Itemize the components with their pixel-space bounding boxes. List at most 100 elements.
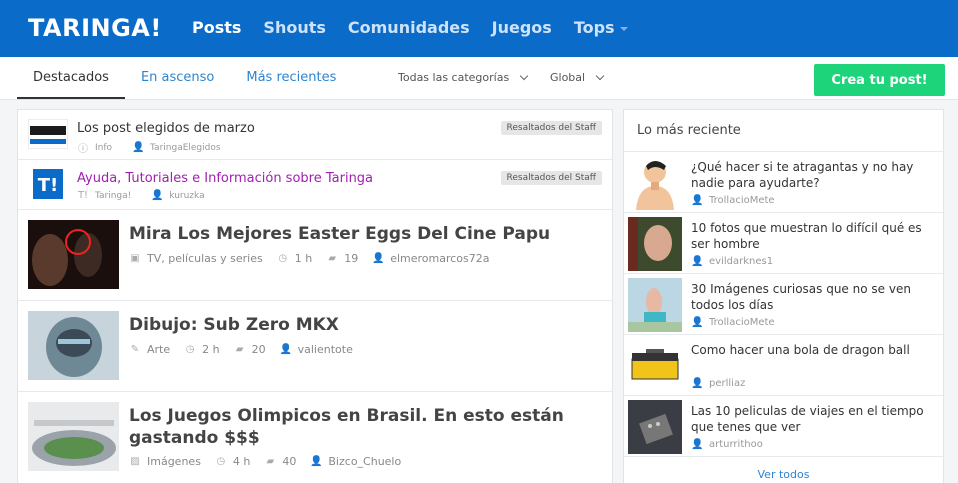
recent-thumbnail[interactable] <box>628 339 682 393</box>
recent-meta[interactable]: 👤 evildarknes1 <box>691 256 773 267</box>
user-icon: 👤 <box>691 256 704 267</box>
nav-tops-label: Tops <box>573 18 615 37</box>
post-item[interactable]: Mira Los Mejores Easter Eggs Del Cine Pa… <box>18 210 612 301</box>
recent-item[interactable]: Como hacer una bola de dragon ball 👤 perl… <box>624 335 943 396</box>
taringa-icon: T! <box>77 190 89 201</box>
clock-icon: ◷ <box>278 253 288 264</box>
user-label: valientote <box>297 343 353 356</box>
nav-juegos[interactable]: Juegos <box>492 18 552 37</box>
chevron-down-icon <box>595 71 605 81</box>
meta-time: ◷ 1 h <box>277 252 312 265</box>
recent-title[interactable]: Las 10 peliculas de viajes en el tiempo … <box>691 403 936 435</box>
pencil-icon: ✎ <box>130 344 140 355</box>
post-title[interactable]: Los Juegos Olimpicos en Brasil. En esto … <box>129 405 599 449</box>
user-label: evildarknes1 <box>709 256 774 267</box>
meta-user[interactable]: 👤 kuruzka <box>151 190 204 201</box>
post-title[interactable]: Dibujo: Sub Zero MKX <box>129 314 599 336</box>
meta-category[interactable]: ▣ TV, películas y series <box>129 252 262 265</box>
region-filter[interactable]: Global <box>550 71 605 84</box>
recent-meta[interactable]: 👤 perlliaz <box>691 378 745 389</box>
category-filter-label: Todas las categorías <box>398 71 510 84</box>
info-icon: ⓘ <box>78 144 88 155</box>
taringa-logo-thumb-icon: T! <box>33 169 63 199</box>
tab-destacados[interactable]: Destacados <box>17 57 125 99</box>
pinned-meta: ⓘ Info 👤 TaringaElegidos <box>77 140 241 155</box>
pinned-post[interactable]: T! Ayuda, Tutoriales e Información sobre… <box>18 160 612 210</box>
category-label: Imágenes <box>147 455 201 468</box>
meta-user[interactable]: 👤 Bizco_Chuelo <box>310 455 401 468</box>
nav-shouts[interactable]: Shouts <box>263 18 325 37</box>
taringa-thumb-icon <box>28 119 68 149</box>
recent-item[interactable]: Las 10 peliculas de viajes en el tiempo … <box>624 396 943 457</box>
recent-thumbnail[interactable] <box>628 156 682 210</box>
user-icon: 👤 <box>151 190 164 201</box>
taringa-logo[interactable]: TARINGA! <box>28 14 162 42</box>
post-title[interactable]: Mira Los Mejores Easter Eggs Del Cine Pa… <box>129 223 599 245</box>
user-icon: 👤 <box>279 344 293 355</box>
sidebar-title: Lo más reciente <box>624 110 943 152</box>
recent-item[interactable]: 30 Imágenes curiosas que no se ven todos… <box>624 274 943 335</box>
user-label: TrollacioMete <box>709 195 775 206</box>
post-item[interactable]: Los Juegos Olimpicos en Brasil. En esto … <box>18 392 612 483</box>
recent-title[interactable]: 10 fotos que muestran lo difícil qué es … <box>691 220 936 252</box>
post-meta: ▨ Imágenes ◷ 4 h ▰ 40 👤 Bizco_Chuelo <box>129 455 415 468</box>
caret-down-icon <box>619 26 628 31</box>
meta-comments: ▰ 20 <box>234 343 266 356</box>
user-icon: 👤 <box>691 317 704 328</box>
recent-meta[interactable]: 👤 TrollacioMete <box>691 195 775 206</box>
user-label: Bizco_Chuelo <box>328 455 402 468</box>
meta-category[interactable]: ▨ Imágenes <box>129 455 201 468</box>
meta-user[interactable]: 👤 elmeromarcos72a <box>372 252 489 265</box>
time-label: 2 h <box>202 343 220 356</box>
recent-item[interactable]: 10 fotos que muestran lo difícil qué es … <box>624 213 943 274</box>
time-label: 1 h <box>294 252 313 265</box>
recent-meta[interactable]: 👤 TrollacioMete <box>691 317 775 328</box>
clock-icon: ◷ <box>185 344 195 355</box>
see-all-link[interactable]: Ver todos <box>624 468 943 481</box>
meta-category: T! Taringa! <box>77 190 131 201</box>
pinned-post[interactable]: Los post elegidos de marzo ⓘ Info 👤 Taring… <box>18 110 612 160</box>
recent-thumbnail[interactable] <box>628 400 682 454</box>
user-icon: 👤 <box>132 142 145 153</box>
nav-comunidades[interactable]: Comunidades <box>348 18 470 37</box>
feed-tabs: Destacados En ascenso Más recientes <box>17 57 352 99</box>
nav-posts[interactable]: Posts <box>192 18 241 37</box>
user-label: TaringaElegidos <box>150 142 221 153</box>
post-meta: ✎ Arte ◷ 2 h ▰ 20 👤 valientote <box>129 343 367 356</box>
pinned-title[interactable]: Ayuda, Tutoriales e Información sobre Ta… <box>77 171 373 186</box>
recent-item[interactable]: ¿Qué hacer si te atragantas y no hay nad… <box>624 152 943 213</box>
post-meta: ▣ TV, películas y series ◷ 1 h ▰ 19 👤 elmero… <box>129 252 504 265</box>
recent-meta[interactable]: 👤 arturrithoo <box>691 439 763 450</box>
comments-label: 19 <box>344 252 359 265</box>
tab-mas-recientes[interactable]: Más recientes <box>230 57 352 99</box>
recent-title[interactable]: ¿Qué hacer si te atragantas y no hay nad… <box>691 159 936 191</box>
recent-title[interactable]: Como hacer una bola de dragon ball <box>691 342 936 358</box>
user-label: elmeromarcos72a <box>390 252 490 265</box>
create-post-button[interactable]: Crea tu post! <box>814 64 945 96</box>
post-thumbnail[interactable] <box>28 220 119 289</box>
user-label: arturrithoo <box>709 439 763 450</box>
post-thumbnail[interactable] <box>28 311 119 380</box>
sub-nav: Destacados En ascenso Más recientes Toda… <box>0 57 958 100</box>
recent-thumbnail[interactable] <box>628 217 682 271</box>
meta-user[interactable]: 👤 TaringaElegidos <box>132 142 221 153</box>
meta-user[interactable]: 👤 valientote <box>280 343 353 356</box>
staff-badge: Resaltados del Staff <box>500 121 602 135</box>
user-icon: 👤 <box>372 253 385 264</box>
pinned-title[interactable]: Los post elegidos de marzo <box>77 121 255 136</box>
post-item[interactable]: Dibujo: Sub Zero MKX ✎ Arte ◷ 2 h ▰ 20 👤 val… <box>18 301 612 392</box>
category-filter[interactable]: Todas las categorías <box>398 71 529 84</box>
user-label: kuruzka <box>169 190 205 201</box>
post-thumbnail[interactable] <box>28 402 119 471</box>
recent-thumbnail[interactable] <box>628 278 682 332</box>
nav-tops[interactable]: Tops <box>574 18 628 37</box>
user-icon: 👤 <box>691 195 704 206</box>
meta-category[interactable]: ✎ Arte <box>129 343 170 356</box>
user-icon: 👤 <box>691 439 704 450</box>
tab-en-ascenso[interactable]: En ascenso <box>125 57 230 99</box>
recent-title[interactable]: 30 Imágenes curiosas que no se ven todos… <box>691 281 936 313</box>
tv-icon: ▣ <box>130 253 140 264</box>
pinned-meta: T! Taringa! 👤 kuruzka <box>77 190 225 201</box>
category-label: Taringa! <box>95 190 132 201</box>
category-label: Arte <box>147 343 171 356</box>
